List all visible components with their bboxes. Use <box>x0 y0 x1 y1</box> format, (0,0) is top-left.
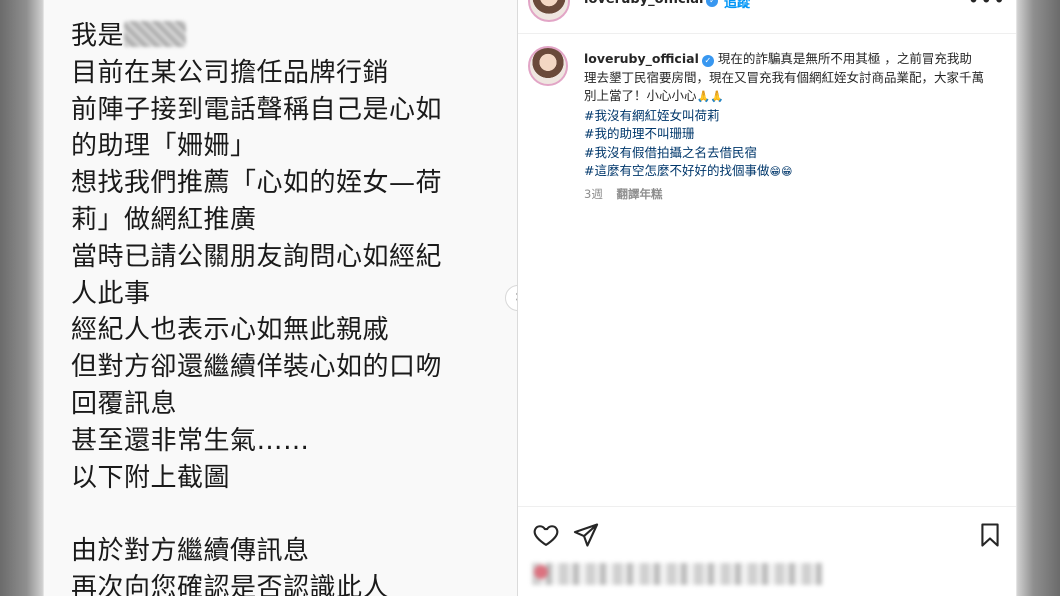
hashtag-with-emoji[interactable]: #這麼有空怎麼不好好的找個事做😁😁 <box>584 162 984 182</box>
caption-username[interactable]: loveruby_official <box>584 51 699 66</box>
post-image-text: 我是 目前在某公司擔任品牌行銷 前陣子接到電話聲稱自己是心如 的助理「姍姍」 想… <box>71 18 501 596</box>
post-line: 的助理「姍姍」 <box>71 131 257 162</box>
verified-icon: ✓ <box>701 55 714 67</box>
chevron-right-icon[interactable]: › <box>505 285 517 311</box>
post-line: 目前在某公司擔任品牌行銷 <box>71 57 390 88</box>
post-time: 3週 <box>584 187 603 201</box>
caption: loveruby_official ✓ 現在的詐騙真是無所不用其極 ，之前冒充我助… <box>584 50 984 182</box>
heart-icon[interactable] <box>532 521 560 549</box>
post-line: 經紀人也表示心如無此親戚 <box>71 315 390 346</box>
more-horizontal-icon[interactable]: ••• <box>968 0 1006 12</box>
post-line: 當時已請公關朋友詢問心如經紀 <box>71 241 443 272</box>
pray-emoji: 🙏🙏 <box>696 90 724 103</box>
grin-emoji: 😁😁 <box>769 165 793 178</box>
bookmark-icon[interactable] <box>976 521 1004 549</box>
post-line: 想找我們推薦「心如的姪女—荷 <box>71 168 443 199</box>
action-bar <box>518 506 1016 596</box>
post-line: 甚至還非常生氣…… <box>71 425 310 456</box>
post-line: 由於對方繼續傳訊息 <box>71 536 310 567</box>
caption-avatar[interactable] <box>528 46 568 86</box>
post-line: 以下附上截圖 <box>71 462 231 493</box>
caption-meta: 3週 翻譯年糕 <box>584 186 662 202</box>
hashtag[interactable]: #我沒有網紅姪女叫荷莉 <box>584 107 984 126</box>
instagram-post-window: 我是 目前在某公司擔任品牌行銷 前陣子接到電話聲稱自己是心如 的助理「姍姍」 想… <box>44 0 1016 596</box>
post-line: 人此事 <box>71 278 151 309</box>
hashtag[interactable]: #我的助理不叫珊珊 <box>584 125 984 144</box>
post-header: loveruby_official✓ • 追蹤 ••• <box>518 0 1016 34</box>
post-side-panel: loveruby_official✓ • 追蹤 ••• loveruby_off… <box>518 0 1016 596</box>
likes-summary-blurred <box>532 563 822 585</box>
follow-button[interactable]: 追蹤 <box>724 0 750 11</box>
avatar[interactable] <box>528 0 570 22</box>
hashtag[interactable]: #我沒有假借拍攝之名去借民宿 <box>584 144 984 163</box>
redacted-name <box>124 21 187 47</box>
post-line: 莉」做網紅推廣 <box>71 204 257 235</box>
post-image: 我是 目前在某公司擔任品牌行銷 前陣子接到電話聲稱自己是心如 的助理「姍姍」 想… <box>44 0 518 596</box>
header-username[interactable]: loveruby_official✓ <box>584 0 719 7</box>
post-line: 我是 <box>71 18 501 55</box>
post-line: 回覆訊息 <box>71 388 178 419</box>
send-icon[interactable] <box>572 521 600 549</box>
post-line: 前陣子接到電話聲稱自己是心如 <box>71 94 443 125</box>
post-line: 但對方卻還繼續佯裝心如的口吻 <box>71 352 443 383</box>
separator-dot: • <box>712 0 720 7</box>
translate-button[interactable]: 翻譯年糕 <box>616 187 662 201</box>
post-line: 再次向您確認是否認識此人 <box>71 572 390 596</box>
